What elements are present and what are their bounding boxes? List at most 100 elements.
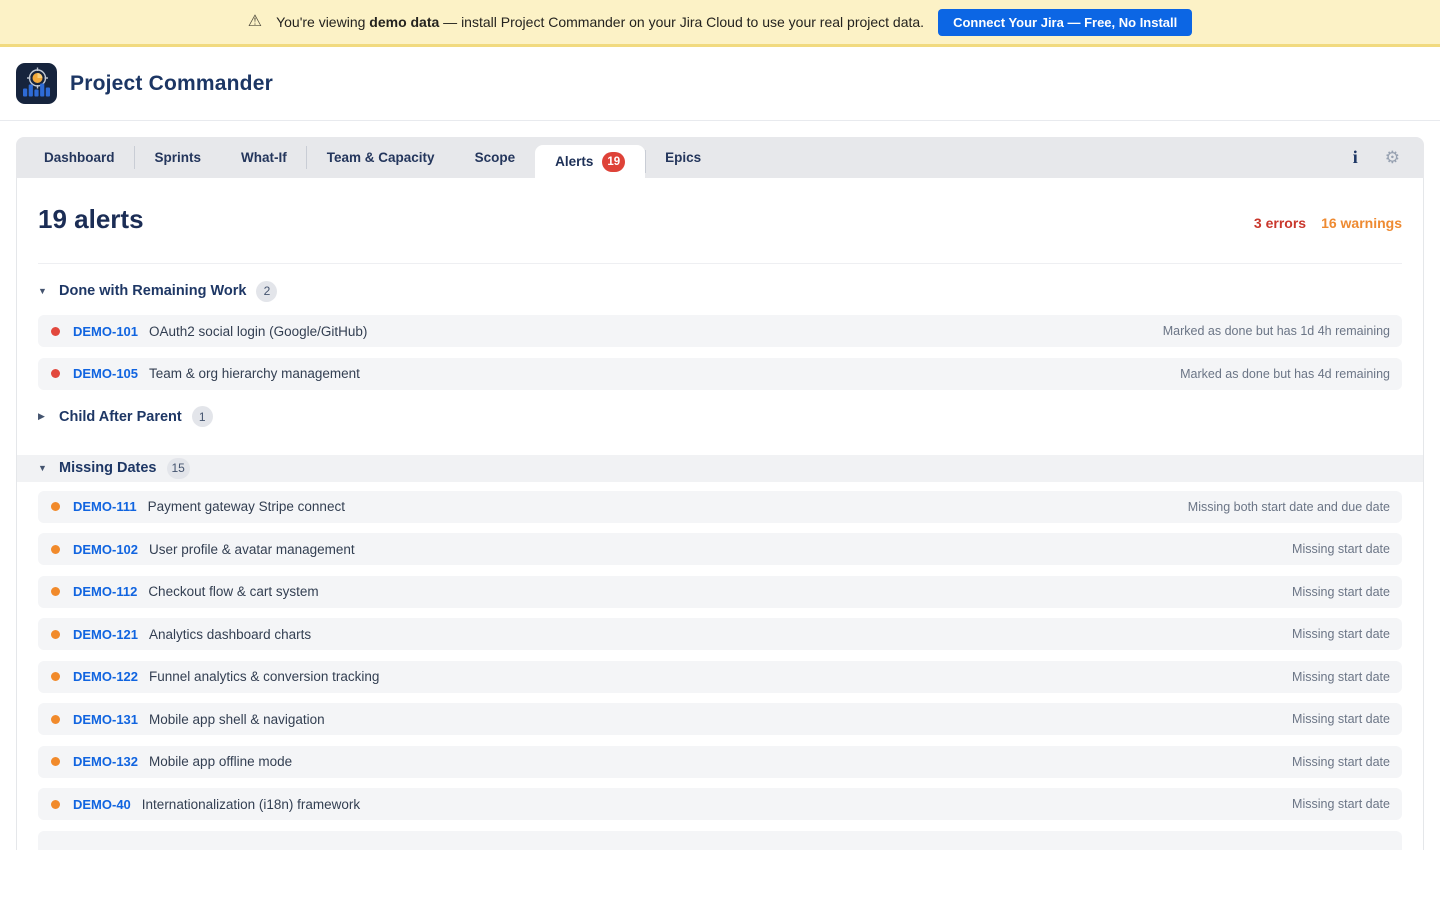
alert-message: Marked as done but has 1d 4h remaining [1162, 324, 1390, 338]
app-title: Project Commander [70, 71, 273, 95]
alert-row[interactable]: DEMO-132 Mobile app offline mode Missing s… [38, 745, 1402, 778]
issue-summary: OAuth2 social login (Google/GitHub) [149, 323, 368, 339]
tab-bar-icons: i ⚙ [1353, 137, 1400, 178]
issue-key[interactable]: DEMO-102 [73, 542, 138, 557]
app-logo-icon [16, 63, 57, 104]
alerts-panel: 19 alerts 3 errors 16 warnings ▼ Done wit… [16, 178, 1424, 850]
alert-row[interactable]: DEMO-111 Payment gateway Stripe connect Mi… [38, 490, 1402, 523]
alert-list: DEMO-111 Payment gateway Stripe connect Mi… [38, 490, 1402, 850]
alert-row[interactable]: DEMO-102 User profile & avatar management… [38, 533, 1402, 565]
alert-message: Missing start date [1292, 797, 1390, 811]
warning-dot-icon [51, 672, 60, 681]
demo-banner: ⚠ You're viewing demo data — install Pro… [0, 0, 1440, 47]
error-dot-icon [51, 326, 60, 336]
warning-icon: ⚠ [247, 13, 263, 30]
section-title: Done with Remaining Work [59, 283, 247, 299]
info-icon[interactable]: i [1353, 147, 1358, 168]
section-title: Missing Dates [59, 460, 157, 476]
tab-label: Sprints [154, 150, 202, 165]
issue-summary: Team & org hierarchy management [149, 366, 360, 381]
alert-section-child-after-parent: ▶ Child After Parent 1 [38, 404, 1402, 430]
alert-message: Missing start date [1292, 584, 1390, 599]
issue-summary: Mobile app offline mode [149, 754, 293, 769]
page-title: 19 alerts [38, 204, 144, 234]
alert-sections: ▼ Done with Remaining Work 2 DEMO-101 OAuth2… [17, 263, 1423, 850]
errors-count: 3 errors [1253, 215, 1307, 231]
section-header-done-with-remaining-work[interactable]: ▼ Done with Remaining Work 2 [38, 278, 1402, 304]
banner-text-prefix: You're viewing [276, 14, 370, 30]
section-header-missing-dates[interactable]: ▼ Missing Dates 15 [17, 454, 1423, 482]
alert-row[interactable]: DEMO-122 Funnel analytics & conversion tr… [38, 660, 1402, 693]
issue-key[interactable]: DEMO-40 [73, 797, 131, 812]
warning-dot-icon [51, 757, 60, 766]
alert-section-done-with-remaining-work: ▼ Done with Remaining Work 2 DEMO-101 OAuth2… [38, 278, 1402, 390]
alert-row[interactable]: DEMO-131 Mobile app shell & navigation Mis… [38, 703, 1402, 735]
app-header: Project Commander [0, 47, 1440, 121]
issue-key[interactable]: DEMO-101 [73, 324, 138, 339]
tab-dashboard[interactable]: Dashboard [24, 137, 135, 178]
section-count-badge: 2 [256, 280, 278, 302]
issue-key[interactable]: DEMO-122 [73, 669, 138, 684]
alert-row[interactable]: DEMO-112 Checkout flow & cart system Missi… [38, 575, 1402, 608]
issue-key[interactable]: DEMO-131 [73, 712, 138, 727]
alert-row[interactable] [38, 830, 1402, 850]
connect-jira-button[interactable]: Connect Your Jira — Free, No Install [938, 8, 1193, 36]
alerts-summary-row: 19 alerts 3 errors 16 warnings [38, 204, 1402, 235]
tab-label: Team & Capacity [326, 150, 435, 165]
tab-alerts[interactable]: Alerts 19 [535, 145, 647, 178]
alert-message: Marked as done but has 4d remaining [1180, 366, 1390, 381]
alert-row[interactable]: DEMO-101 OAuth2 social login (Google/GitH… [38, 315, 1402, 347]
section-title: Child After Parent [59, 408, 182, 425]
issue-key[interactable]: DEMO-112 [73, 584, 137, 599]
chevron-down-icon: ▼ [38, 463, 47, 473]
error-dot-icon [51, 369, 60, 378]
issue-key[interactable]: DEMO-132 [73, 754, 138, 769]
alert-list: DEMO-101 OAuth2 social login (Google/GitH… [38, 315, 1402, 390]
chevron-right-icon: ▶ [38, 411, 45, 421]
tab-epics[interactable]: Epics [645, 137, 721, 178]
tab-label: Scope [474, 150, 516, 165]
issue-summary: Mobile app shell & navigation [149, 711, 325, 727]
main-shell: Dashboard Sprints What-If Team & Capacity Sc… [16, 137, 1424, 850]
tab-scope[interactable]: Scope [455, 137, 536, 178]
warning-dot-icon [51, 799, 60, 809]
tab-bar: Dashboard Sprints What-If Team & Capacity Sc… [16, 137, 1424, 178]
warning-dot-icon [51, 544, 60, 554]
alert-row[interactable]: DEMO-40 Internationalization (i18n) frame… [38, 788, 1402, 820]
alert-row[interactable]: DEMO-105 Team & org hierarchy management M… [38, 357, 1402, 390]
tab-team-capacity[interactable]: Team & Capacity [307, 137, 455, 178]
alert-section-missing-dates: ▼ Missing Dates 15 DEMO-111 Payment gateway … [17, 454, 1423, 850]
tab-label: Alerts [555, 154, 594, 169]
section-count-badge: 15 [166, 457, 190, 479]
issue-key[interactable]: DEMO-121 [73, 627, 138, 642]
issue-summary: Internationalization (i18n) framework [141, 796, 361, 812]
tab-label: Epics [665, 150, 702, 165]
issue-key[interactable]: DEMO-105 [73, 366, 138, 381]
alerts-count-badge: 19 [602, 151, 626, 172]
alert-row[interactable]: DEMO-121 Analytics dashboard charts Missin… [38, 618, 1402, 650]
chevron-down-icon: ▼ [38, 286, 47, 296]
warning-dot-icon [51, 502, 60, 511]
tab-label: Dashboard [44, 150, 115, 165]
alert-message: Missing both start date and due date [1187, 499, 1390, 514]
tab-what-if[interactable]: What-If [221, 137, 307, 178]
section-count-badge: 1 [191, 406, 213, 427]
tab-label: What-If [241, 150, 287, 165]
warning-dot-icon [51, 714, 60, 724]
banner-text-suffix: — install Project Commander on your Jira… [439, 14, 925, 30]
issue-summary: Checkout flow & cart system [148, 584, 319, 599]
issue-summary: Payment gateway Stripe connect [147, 499, 345, 514]
banner-text-bold: demo data [369, 14, 440, 30]
issue-summary: User profile & avatar management [149, 541, 355, 557]
warnings-count: 16 warnings [1321, 215, 1402, 231]
alert-message: Missing start date [1292, 542, 1390, 556]
issue-key[interactable]: DEMO-111 [73, 499, 137, 514]
alert-message: Missing start date [1292, 669, 1390, 684]
settings-gear-icon[interactable]: ⚙ [1385, 149, 1400, 166]
alert-message: Missing start date [1292, 627, 1390, 641]
issue-summary: Analytics dashboard charts [149, 626, 312, 642]
section-header-child-after-parent[interactable]: ▶ Child After Parent 1 [38, 404, 1402, 430]
tab-sprints[interactable]: Sprints [135, 137, 222, 178]
warning-dot-icon [51, 629, 60, 639]
banner-text: You're viewing demo data — install Proje… [276, 14, 924, 30]
